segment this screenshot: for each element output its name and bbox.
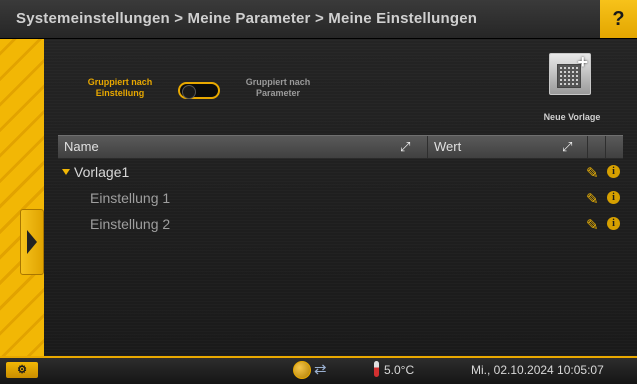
thermometer-icon	[374, 361, 379, 377]
globe-icon[interactable]	[293, 361, 311, 379]
plus-icon: +	[577, 52, 588, 72]
row-label: Einstellung 1	[90, 190, 171, 206]
sync-arrows-icon[interactable]: ⇄	[314, 360, 327, 378]
row-label: Einstellung 2	[90, 216, 171, 232]
info-icon[interactable]: i	[607, 165, 620, 178]
breadcrumb: Systemeinstellungen > Meine Parameter > …	[16, 10, 478, 27]
help-button[interactable]: ?	[600, 0, 637, 38]
pencil-icon[interactable]: ✎	[586, 188, 599, 212]
side-panel-strip	[0, 39, 44, 356]
column-header-edit	[588, 136, 606, 158]
column-header-info	[606, 136, 623, 158]
status-bar: ⚙ ⇄ 5.0°C Mi., 02.10.2024 10:05:07	[0, 356, 637, 384]
info-icon[interactable]: i	[607, 191, 620, 204]
grouping-toggle[interactable]	[178, 82, 220, 99]
toggle-knob	[182, 85, 196, 99]
info-icon[interactable]: i	[607, 217, 620, 230]
expand-side-panel-button[interactable]	[20, 209, 44, 275]
group-by-parameter-label[interactable]: Gruppiert nach Parameter	[222, 77, 334, 99]
caret-down-icon[interactable]	[62, 169, 70, 175]
row-label: Vorlage1	[74, 164, 130, 180]
expand-column-icon[interactable]: ⤢	[400, 136, 410, 158]
column-header-name[interactable]: Name ⤢	[58, 136, 428, 158]
title-bar: Systemeinstellungen > Meine Parameter > …	[0, 0, 637, 39]
pencil-icon[interactable]: ✎	[586, 214, 599, 238]
date-time: Mi., 02.10.2024 10:05:07	[471, 363, 604, 377]
expand-column-icon[interactable]: ⤢	[562, 136, 572, 158]
table-row[interactable]: Einstellung 1 ✎ i	[58, 186, 623, 210]
table-row[interactable]: Einstellung 2 ✎ i	[58, 212, 623, 236]
table-header: Name ⤢ Wert ⤢	[58, 135, 623, 159]
settings-gear-icon[interactable]: ⚙	[6, 362, 38, 378]
arrow-right-icon	[27, 230, 37, 254]
temperature-readout: 5.0°C	[384, 363, 415, 377]
new-template-button[interactable]: +	[549, 52, 591, 95]
new-template-label[interactable]: Neue Vorlage	[527, 112, 617, 122]
table-row[interactable]: Vorlage1 ✎ i	[58, 160, 623, 184]
column-header-wert[interactable]: Wert ⤢	[428, 136, 588, 158]
pencil-icon[interactable]: ✎	[586, 162, 599, 186]
main-content: Gruppiert nach Einstellung Gruppiert nac…	[44, 39, 637, 356]
group-by-setting-label[interactable]: Gruppiert nach Einstellung	[64, 77, 176, 99]
